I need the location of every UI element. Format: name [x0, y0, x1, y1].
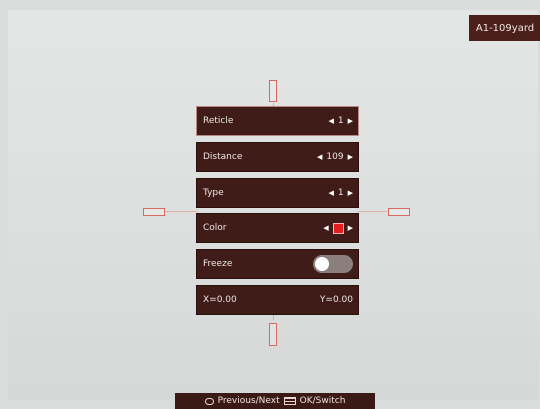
menu-button-icon [283, 397, 296, 405]
x-coordinate: X=0.00 [203, 294, 237, 305]
menu-item-label: Freeze [203, 259, 233, 270]
arrow-left-icon[interactable]: ◀ [323, 224, 328, 232]
menu-item-value: ◀ ▶ [323, 222, 353, 234]
menu-item-value: ◀ 109 ▶ [317, 152, 353, 162]
crosshair-line-left [165, 211, 197, 212]
arrow-left-icon[interactable]: ◀ [317, 153, 322, 161]
menu-item-label: Reticle [203, 116, 234, 126]
crosshair-marker-right [388, 208, 410, 216]
menu-item-label: Distance [203, 151, 243, 162]
y-coordinate: Y=0.00 [319, 294, 353, 305]
arrow-left-icon[interactable]: ◀ [328, 117, 333, 125]
menu-item-distance[interactable]: Distance ◀ 109 ▶ [196, 141, 359, 172]
menu-item-type[interactable]: Type ◀ 1 ▶ [196, 177, 359, 208]
hint-ok-switch: OK/Switch [299, 396, 346, 406]
reticle-menu: Reticle ◀ 1 ▶ Distance ◀ 109 ▶ Type ◀ 1 … [196, 106, 359, 321]
arrow-right-icon[interactable]: ▶ [348, 153, 353, 161]
crosshair-marker-top [269, 80, 277, 102]
arrow-left-icon[interactable]: ◀ [328, 189, 333, 197]
menu-item-freeze[interactable]: Freeze [196, 249, 359, 280]
reticle-value: 1 [337, 116, 344, 126]
arrow-right-icon[interactable]: ▶ [348, 224, 353, 232]
hint-previous-next: Previous/Next [217, 396, 280, 406]
profile-tag: A1-109yard [469, 15, 540, 41]
arrow-right-icon[interactable]: ▶ [348, 189, 353, 197]
menu-item-color[interactable]: Color ◀ ▶ [196, 213, 359, 244]
control-hint-bar: Previous/Next OK/Switch [175, 393, 375, 409]
crosshair-marker-left [143, 208, 165, 216]
type-value: 1 [337, 187, 344, 198]
menu-item-value: ◀ 1 ▶ [328, 188, 353, 198]
color-swatch [332, 222, 344, 234]
profile-tag-label: A1-109yard [475, 22, 535, 34]
distance-value: 109 [326, 151, 344, 162]
menu-item-label: Color [203, 223, 227, 234]
menu-item-coordinates: X=0.00 Y=0.00 [196, 284, 359, 315]
freeze-toggle[interactable] [313, 255, 353, 274]
crosshair-line-right [357, 211, 387, 212]
toggle-knob [315, 257, 329, 272]
menu-item-label: Type [203, 187, 224, 198]
crosshair-marker-bottom [269, 323, 277, 346]
arrow-right-icon[interactable]: ▶ [348, 117, 353, 125]
menu-item-reticle[interactable]: Reticle ◀ 1 ▶ [196, 106, 359, 136]
menu-item-value: ◀ 1 ▶ [328, 116, 353, 126]
rotate-knob-icon [204, 397, 214, 405]
